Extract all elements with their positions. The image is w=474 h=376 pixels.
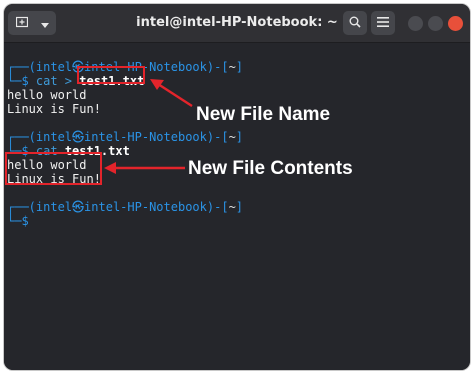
- search-icon: [349, 16, 361, 31]
- hamburger-menu-icon: [377, 16, 389, 30]
- prompt-line: ┌──(intel㉿intel-HP-Notebook)-[~]: [7, 130, 244, 144]
- command-line: └─$: [7, 214, 29, 228]
- title-bar: intel@intel-HP-Notebook: ~: [4, 4, 470, 43]
- file-contents-highlight: [5, 152, 102, 185]
- file-contents-label: New File Contents: [188, 158, 353, 179]
- maximize-button[interactable]: [428, 16, 443, 31]
- file-name-highlight: [77, 66, 145, 84]
- close-button[interactable]: [448, 16, 463, 31]
- output-line: hello world: [7, 88, 87, 102]
- menu-button[interactable]: [371, 11, 395, 35]
- file-name-label: New File Name: [196, 104, 331, 125]
- terminal-window: intel@intel-HP-Notebook: ~ ┌──(intel㉿int…: [4, 4, 470, 370]
- output-line: Linux is Fun!: [7, 102, 101, 116]
- prompt-line: ┌──(intel㉿intel-HP-Notebook)-[~]: [7, 200, 244, 214]
- window-title: intel@intel-HP-Notebook: ~: [136, 15, 338, 30]
- minimize-button[interactable]: [408, 16, 423, 31]
- search-button[interactable]: [343, 11, 367, 35]
- terminal-body[interactable]: ┌──(intel㉿intel-HP-Notebook)-[~] └─$ cat…: [4, 43, 470, 370]
